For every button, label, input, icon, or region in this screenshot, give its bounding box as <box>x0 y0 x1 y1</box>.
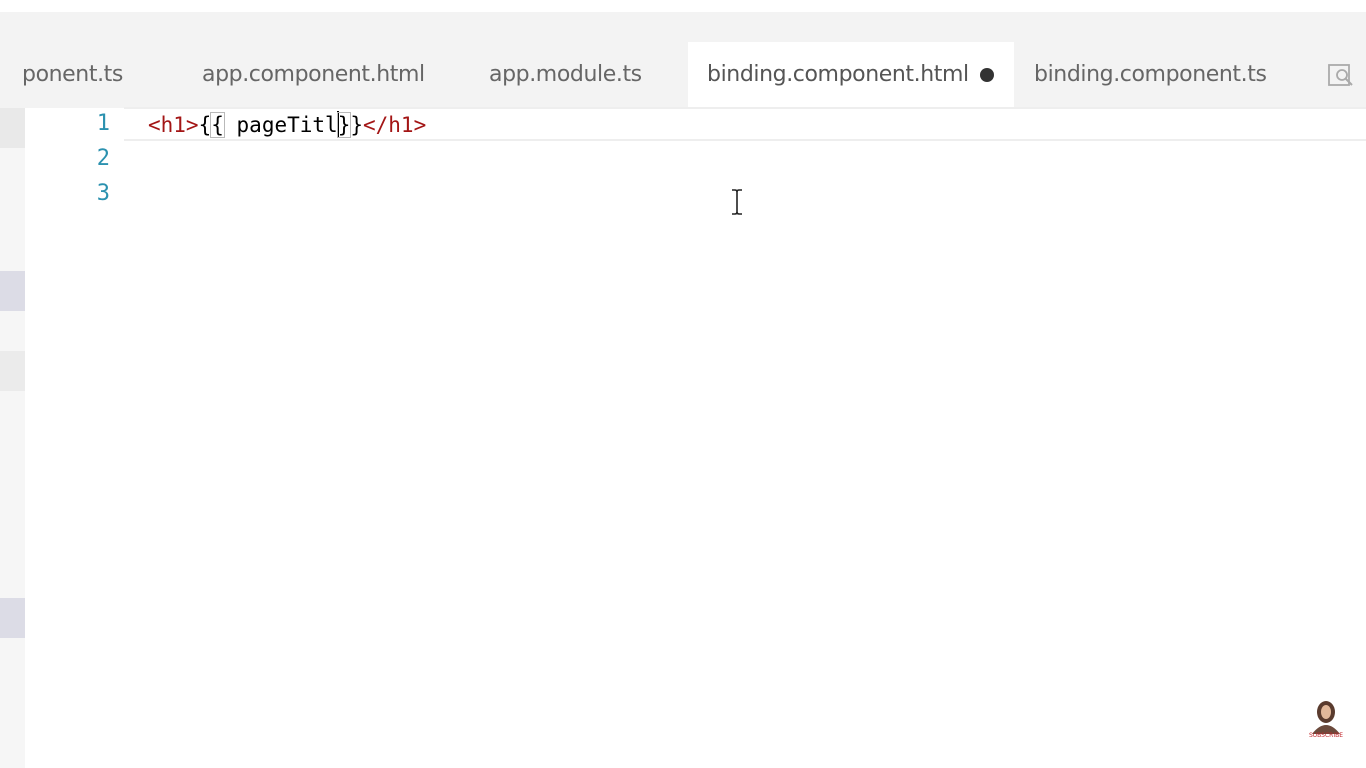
code-line-1[interactable]: <h1>{{ pageTitl}}</h1> <box>148 110 426 140</box>
editor-area[interactable] <box>25 108 1366 768</box>
matched-brace: { <box>210 112 225 138</box>
subscribe-avatar-icon <box>1312 701 1340 734</box>
tab-label: binding.component.html <box>707 62 969 87</box>
tab-label: binding.component.ts <box>1034 62 1267 87</box>
brace: } <box>350 113 363 137</box>
brace: { <box>198 113 212 137</box>
line-number: 3 <box>96 181 110 206</box>
tab-label: app.component.html <box>202 62 425 87</box>
gutter-marker <box>0 108 25 148</box>
subscribe-badge[interactable]: SUBSCRIBE <box>1304 700 1348 744</box>
open-tag: <h1> <box>148 113 199 137</box>
matched-brace: } <box>336 112 352 138</box>
gutter-marker <box>0 271 25 311</box>
open-preview-icon[interactable] <box>1308 42 1366 108</box>
gutter-marker <box>0 351 25 391</box>
tab-binding-component-html[interactable]: binding.component.html <box>688 42 1014 108</box>
ibeam-cursor-icon <box>730 188 744 221</box>
close-tag: </h1> <box>363 113 427 137</box>
editor-tab-bar: ponent.ts app.component.html app.module.… <box>0 12 1366 108</box>
line-number: 1 <box>96 111 110 136</box>
gutter-marker <box>0 598 25 638</box>
tab-label: app.module.ts <box>489 62 642 87</box>
identifier: pageTitl <box>223 113 338 137</box>
subscribe-label: SUBSCRIBE <box>1308 732 1344 739</box>
tab-binding-component-ts[interactable]: binding.component.ts <box>1014 42 1304 108</box>
tab-label: ponent.ts <box>22 62 123 87</box>
left-gutter-strip <box>0 108 25 768</box>
tab-app-module-ts[interactable]: app.module.ts <box>468 42 678 108</box>
unsaved-dot-icon[interactable] <box>980 68 994 82</box>
tab-app-component-html[interactable]: app.component.html <box>180 42 450 108</box>
line-number: 2 <box>96 146 110 171</box>
tab-component-ts[interactable]: ponent.ts <box>0 42 170 108</box>
title-bar-strip <box>0 0 1366 12</box>
vscode-screen: ponent.ts app.component.html app.module.… <box>0 0 1366 768</box>
